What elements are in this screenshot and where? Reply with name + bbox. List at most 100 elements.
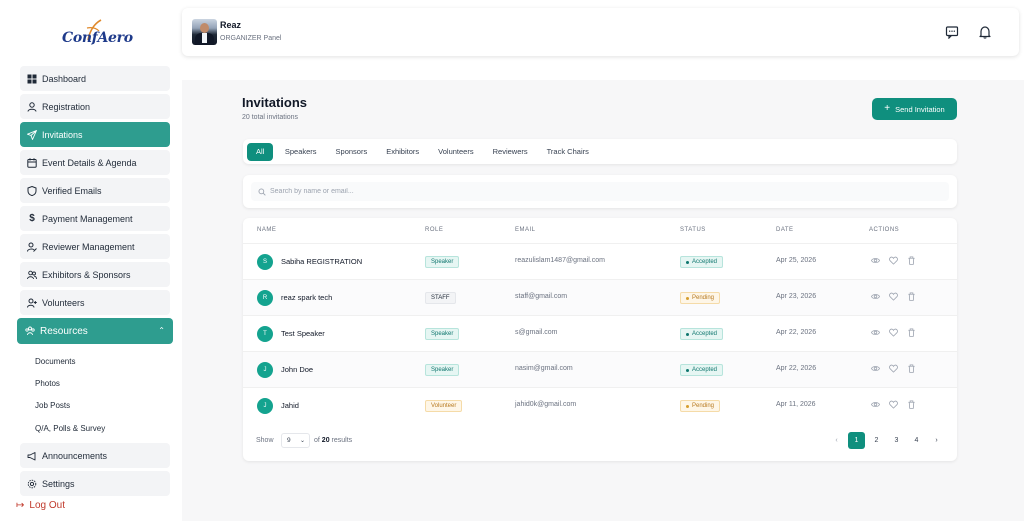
tab-all[interactable]: All	[247, 142, 274, 161]
page-button-3[interactable]: 3	[888, 432, 905, 449]
column-header-date: DATE	[776, 227, 794, 233]
trash-icon[interactable]	[907, 364, 917, 374]
sidebar-item-event-details[interactable]: Event Details & Agenda	[20, 150, 170, 175]
sidebar-item-label: Dashboard	[42, 73, 87, 84]
trash-icon[interactable]	[907, 292, 917, 302]
column-header-actions: ACTIONS	[869, 227, 900, 233]
users-group-icon	[25, 326, 35, 336]
chevron-down-icon: ⌄	[299, 438, 305, 444]
status-badge: Accepted	[680, 328, 724, 340]
trash-icon[interactable]	[907, 328, 917, 338]
invitee-email: staff@gmail.com	[515, 293, 568, 300]
avatar: J	[257, 362, 273, 378]
sidebar-item-label: Verified Emails	[42, 185, 102, 196]
status-text: Accepted	[692, 331, 718, 337]
column-header-name: NAME	[257, 227, 277, 233]
invitee-email: nasim@gmail.com	[515, 365, 573, 372]
bell-icon[interactable]	[978, 25, 992, 39]
avatar[interactable]	[192, 19, 217, 45]
app-logo[interactable]: ConfAero	[60, 18, 133, 52]
submenu-item-job-posts[interactable]: Job Posts	[35, 395, 170, 417]
tab-exhibitors[interactable]: Exhibitors	[377, 143, 429, 161]
page-title: Invitations	[242, 95, 308, 110]
sidebar-item-label: Event Details & Agenda	[42, 157, 137, 168]
sidebar-item-resources[interactable]: Resources ⌃	[17, 318, 173, 344]
invite-date: Apr 11, 2026	[776, 401, 816, 408]
tab-sponsors[interactable]: Sponsors	[326, 143, 377, 161]
sidebar-item-label: Volunteers	[42, 297, 85, 308]
page-subtitle: 20 total invitations	[242, 114, 299, 121]
search-input[interactable]	[270, 188, 870, 195]
page-button-4[interactable]: 4	[908, 432, 925, 449]
sidebar-item-invitations[interactable]: Invitations	[20, 122, 170, 147]
heart-icon[interactable]	[889, 400, 899, 410]
eye-icon[interactable]	[871, 256, 881, 266]
submenu-item-qa-polls[interactable]: Q/A, Polls & Survey	[35, 417, 170, 439]
eye-icon[interactable]	[871, 400, 881, 410]
top-header: Reaz ORGANIZER Panel	[182, 8, 1019, 56]
tab-reviewers[interactable]: Reviewers	[483, 143, 537, 161]
invite-date: Apr 25, 2026	[776, 257, 817, 264]
search-field-wrapper	[251, 182, 949, 201]
role-badge: Speaker	[425, 256, 460, 268]
sidebar-item-label: Resources	[40, 325, 88, 337]
sidebar-item-settings[interactable]: Settings	[20, 471, 170, 497]
page-button-2[interactable]: 2	[868, 432, 885, 449]
tab-track-chairs[interactable]: Track Chairs	[537, 143, 598, 161]
invitee-name: Sabiha REGISTRATION	[281, 257, 363, 266]
submenu-item-documents[interactable]: Documents	[35, 350, 170, 372]
sidebar-item-payment[interactable]: $ Payment Management	[20, 206, 170, 231]
sidebar-item-label: Settings	[42, 478, 75, 489]
users-icon	[27, 270, 37, 280]
status-text: Pending	[692, 295, 715, 301]
heart-icon[interactable]	[889, 328, 899, 338]
page-button-1[interactable]: 1	[848, 432, 865, 449]
sidebar-item-announcements[interactable]: Announcements	[20, 443, 170, 469]
results-summary: of 20 results	[314, 437, 352, 444]
table-row[interactable]: T Test Speaker Speaker s@gmail.com Accep…	[243, 315, 957, 351]
sidebar-item-verified-emails[interactable]: Verified Emails	[20, 178, 170, 203]
send-invitation-label: Send Invitation	[895, 104, 945, 114]
sidebar-item-label: Invitations	[42, 129, 83, 140]
eye-icon[interactable]	[871, 364, 881, 374]
invite-date: Apr 23, 2026	[776, 293, 817, 300]
avatar: T	[257, 326, 273, 342]
resources-submenu: Documents Photos Job Posts Q/A, Polls & …	[20, 347, 170, 443]
table-row[interactable]: J John Doe Speaker nasim@gmail.com Accep…	[243, 351, 957, 387]
logout-icon: ↦	[16, 500, 25, 511]
eye-icon[interactable]	[871, 292, 881, 302]
sidebar-item-reviewer[interactable]: Reviewer Management	[20, 234, 170, 259]
message-icon[interactable]	[945, 25, 959, 40]
role-filter-tabs: All Speakers Sponsors Exhibitors Volunte…	[243, 139, 957, 164]
sidebar-item-exhibitors[interactable]: Exhibitors & Sponsors	[20, 262, 170, 287]
sidebar-item-volunteers[interactable]: Volunteers	[20, 290, 170, 315]
tab-speakers[interactable]: Speakers	[275, 143, 326, 161]
sidebar: ConfAero Dashboard Registration Invitati…	[0, 0, 182, 521]
table-row[interactable]: S Sabiha REGISTRATION Speaker reazulisla…	[243, 243, 957, 279]
submenu-item-photos[interactable]: Photos	[35, 372, 170, 394]
table-row[interactable]: R reaz spark tech STAFF staff@gmail.com …	[243, 279, 957, 315]
gear-icon	[27, 479, 37, 489]
sidebar-item-registration[interactable]: Registration	[20, 94, 170, 119]
table-row[interactable]: J Jahid Volunteer jahid0k@gmail.com Pend…	[243, 387, 957, 423]
tab-volunteers[interactable]: Volunteers	[429, 143, 483, 161]
next-page-icon[interactable]: ›	[928, 432, 945, 449]
grid-icon	[27, 74, 37, 84]
logo-text: ConfAero	[62, 30, 133, 46]
heart-icon[interactable]	[889, 292, 899, 302]
heart-icon[interactable]	[889, 364, 899, 374]
invite-date: Apr 22, 2026	[776, 329, 817, 336]
trash-icon[interactable]	[907, 256, 917, 266]
prev-page-icon[interactable]: ‹	[828, 432, 845, 449]
user-plus-icon	[27, 298, 37, 308]
send-invitation-button[interactable]: + Send Invitation	[872, 98, 957, 120]
eye-icon[interactable]	[871, 328, 881, 338]
table-footer: Show 9 ⌄ of 20 results ‹ 1 2 3 4 ›	[243, 431, 957, 453]
sidebar-item-dashboard[interactable]: Dashboard	[20, 66, 170, 91]
logout-button[interactable]: ↦ Log Out	[16, 500, 65, 511]
heart-icon[interactable]	[889, 256, 899, 266]
sidebar-item-label: Exhibitors & Sponsors	[42, 269, 131, 280]
column-header-role: ROLE	[425, 227, 444, 233]
trash-icon[interactable]	[907, 400, 917, 410]
per-page-select[interactable]: 9 ⌄	[281, 433, 310, 448]
